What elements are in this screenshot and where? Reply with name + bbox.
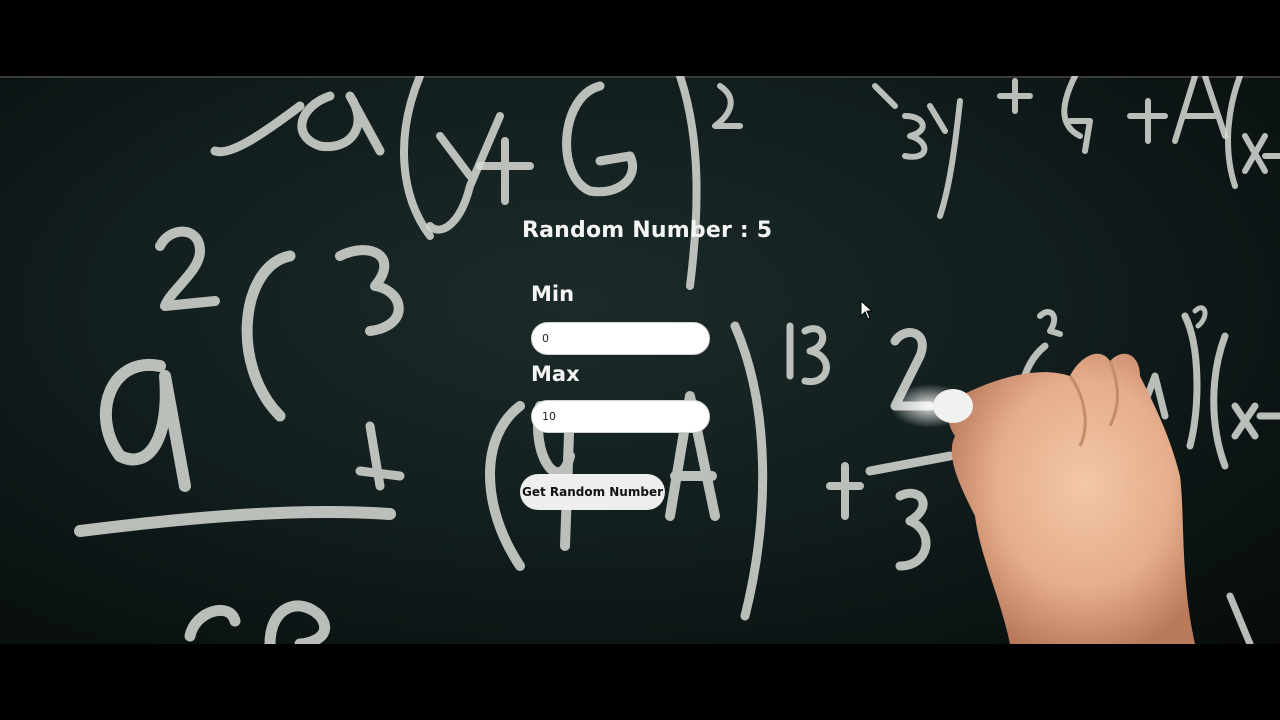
writing-hand xyxy=(890,353,1195,644)
random-number-result: Random Number : 5 xyxy=(522,218,773,243)
min-input[interactable] xyxy=(531,322,710,355)
max-input[interactable] xyxy=(531,400,710,433)
mouse-cursor-icon xyxy=(860,300,874,320)
chalkboard-background: Random Number : 5 Min Max Get Random Num… xyxy=(0,76,1280,644)
get-random-number-button[interactable]: Get Random Number xyxy=(520,474,665,510)
max-label: Max xyxy=(531,362,580,386)
min-label: Min xyxy=(531,282,575,306)
